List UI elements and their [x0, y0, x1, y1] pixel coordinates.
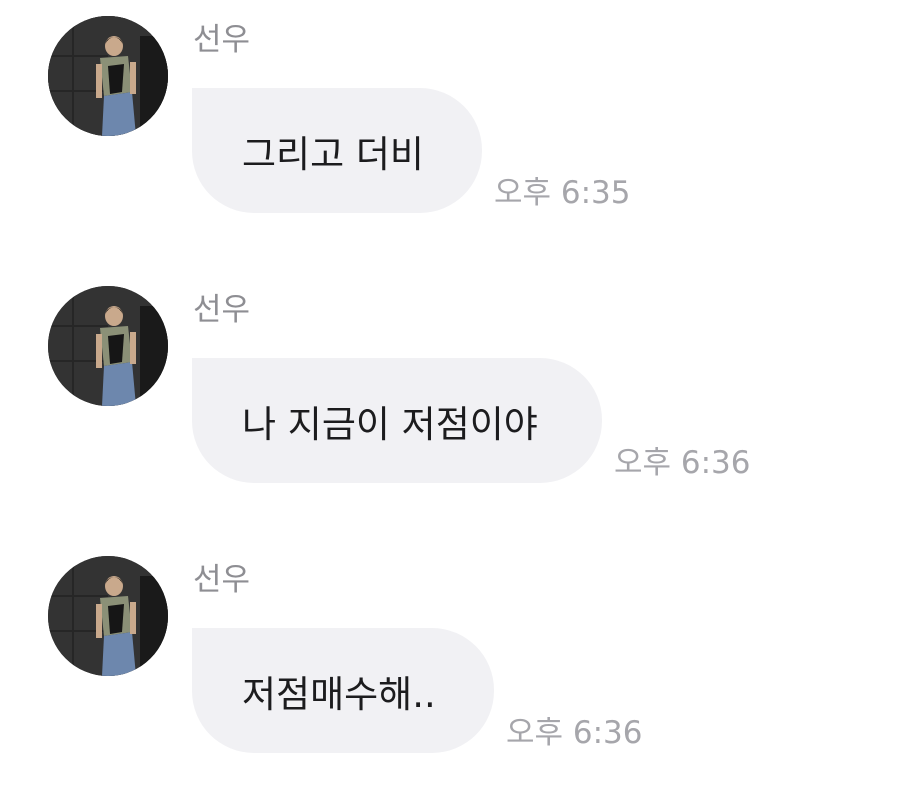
message-row: 선우 나 지금이 저점이야 오후 6:36	[0, 270, 903, 483]
message-timestamp: 오후 6:35	[494, 175, 631, 211]
sender-name: 선우	[193, 562, 251, 598]
avatar-image	[48, 556, 168, 676]
message-bubble[interactable]: 그리고 더비	[192, 88, 482, 213]
message-bubble[interactable]: 저점매수해..	[192, 628, 494, 753]
avatar-image	[48, 286, 168, 406]
message-text: 나 지금이 저점이야	[242, 402, 538, 446]
avatar[interactable]	[48, 556, 168, 676]
message-bubble[interactable]: 나 지금이 저점이야	[192, 358, 602, 483]
avatar[interactable]	[48, 286, 168, 406]
message-text: 그리고 더비	[242, 132, 424, 176]
sender-name: 선우	[193, 22, 251, 58]
message-timestamp: 오후 6:36	[506, 715, 643, 751]
avatar[interactable]	[48, 16, 168, 136]
message-text: 저점매수해..	[242, 672, 436, 716]
message-row: 선우 저점매수해.. 오후 6:36	[0, 540, 903, 753]
message-timestamp: 오후 6:36	[614, 445, 751, 481]
message-row: 선우 그리고 더비 오후 6:35	[0, 0, 903, 213]
avatar-image	[48, 16, 168, 136]
sender-name: 선우	[193, 292, 251, 328]
